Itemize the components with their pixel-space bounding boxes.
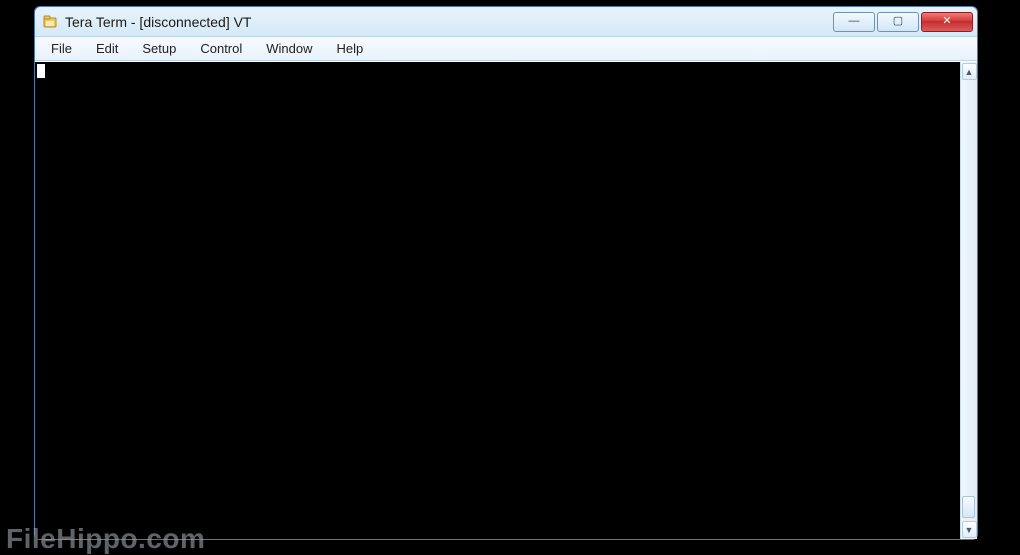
chevron-down-icon: ▼ (965, 525, 974, 535)
close-icon: ✕ (942, 16, 951, 27)
minimize-button[interactable]: — (833, 12, 875, 32)
menu-help[interactable]: Help (325, 39, 376, 58)
menubar: File Edit Setup Control Window Help (35, 37, 977, 61)
scroll-thumb[interactable] (962, 496, 975, 518)
maximize-button[interactable]: ▢ (877, 12, 919, 32)
menu-window[interactable]: Window (254, 39, 324, 58)
window-title: Tera Term - [disconnected] VT (65, 14, 251, 30)
text-cursor (37, 64, 45, 78)
menu-file[interactable]: File (39, 39, 84, 58)
terminal-view[interactable] (35, 62, 960, 539)
menu-control[interactable]: Control (188, 39, 254, 58)
window-controls: — ▢ ✕ (833, 7, 973, 36)
scroll-up-button[interactable]: ▲ (962, 63, 977, 80)
maximize-icon: ▢ (893, 16, 903, 27)
titlebar[interactable]: Tera Term - [disconnected] VT — ▢ ✕ (35, 7, 977, 37)
chevron-up-icon: ▲ (965, 67, 974, 77)
client-area: ▲ ▼ (35, 61, 977, 539)
menu-edit[interactable]: Edit (84, 39, 130, 58)
app-icon (43, 14, 59, 30)
menu-setup[interactable]: Setup (130, 39, 188, 58)
app-window: Tera Term - [disconnected] VT — ▢ ✕ File… (34, 6, 978, 540)
scroll-track[interactable] (962, 81, 977, 520)
close-button[interactable]: ✕ (921, 12, 973, 32)
minimize-icon: — (849, 16, 860, 27)
vertical-scrollbar[interactable]: ▲ ▼ (960, 62, 977, 539)
scroll-down-button[interactable]: ▼ (962, 521, 977, 538)
